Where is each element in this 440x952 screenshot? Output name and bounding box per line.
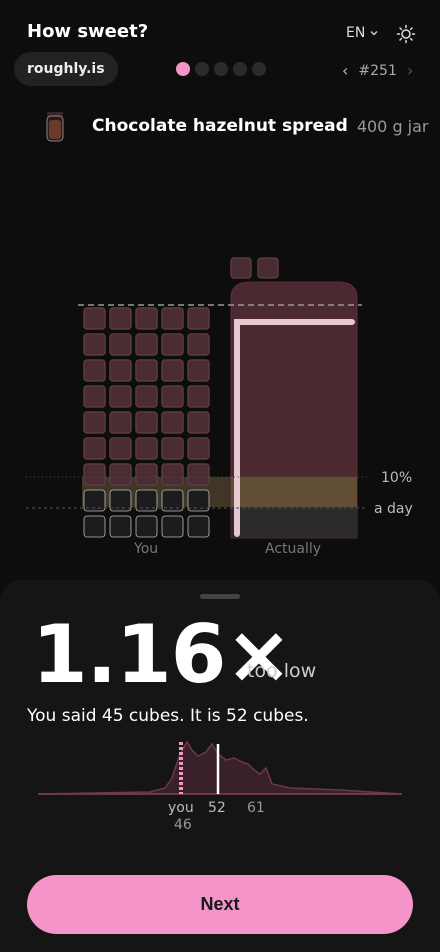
sugar-cube — [161, 411, 184, 434]
jar-bottom — [231, 507, 357, 538]
sugar-cube — [161, 307, 184, 330]
distribution-svg — [37, 740, 403, 795]
sugar-cube — [83, 359, 106, 382]
marker-label-percent: 10% — [381, 470, 413, 486]
sugar-cube — [135, 307, 158, 330]
sugar-cube — [109, 437, 132, 460]
sugar-cube — [83, 463, 106, 486]
sugar-cube — [161, 515, 184, 538]
sugar-cube — [135, 385, 158, 408]
sugar-cube — [109, 385, 132, 408]
comparison-chart: 10% a day You Actually — [0, 250, 440, 570]
sugar-cube — [135, 437, 158, 460]
sugar-cube — [83, 307, 106, 330]
next-button[interactable]: Next — [27, 875, 413, 934]
sugar-cube — [161, 463, 184, 486]
sugar-cube — [109, 307, 132, 330]
answer-distribution: you 46 52 61 — [0, 740, 440, 833]
sugar-cube — [135, 411, 158, 434]
sugar-cube — [187, 359, 210, 382]
brand-badge[interactable]: roughly.is — [14, 52, 118, 86]
sugar-cube — [109, 359, 132, 382]
sugar-cube — [83, 411, 106, 434]
puzzle-number: #251 — [358, 62, 397, 79]
product-name: Chocolate hazelnut spread — [92, 116, 348, 136]
sugar-cube — [83, 437, 106, 460]
sugar-cube — [161, 359, 184, 382]
marker-label-day: a day — [374, 501, 413, 517]
sugar-cube — [109, 515, 132, 538]
chevron-down-icon — [370, 30, 378, 36]
you-value: 46 — [174, 817, 192, 833]
sugar-cube — [135, 333, 158, 356]
sugar-cube — [187, 437, 210, 460]
header: How sweet? EN roughly.is ‹ #251 › — [0, 0, 440, 100]
sugar-cube — [161, 437, 184, 460]
sugar-cube — [187, 489, 210, 512]
chevron-left-icon[interactable]: ‹ — [342, 61, 348, 80]
sugar-cube — [161, 385, 184, 408]
column-label-you: You — [134, 541, 159, 557]
sugar-cube — [135, 359, 158, 382]
jar-limit-band — [231, 477, 357, 507]
step-dot — [233, 62, 247, 76]
sugar-cube — [109, 411, 132, 434]
puzzle-nav: ‹ #251 › — [342, 61, 413, 80]
comparison-chart-svg — [26, 257, 370, 539]
sugar-cube — [83, 385, 106, 408]
sugar-cube — [109, 333, 132, 356]
sugar-cube — [187, 307, 210, 330]
sugar-cube — [135, 515, 158, 538]
column-label-actual: Actually — [265, 541, 322, 557]
result-verdict: too low — [247, 660, 317, 682]
distribution-area — [37, 740, 403, 795]
step-dot — [214, 62, 228, 76]
chevron-right-icon[interactable]: › — [407, 61, 413, 80]
sugar-cube — [83, 333, 106, 356]
sugar-cube — [83, 515, 106, 538]
app-title: How sweet? — [27, 21, 149, 42]
product-quantity: 400 g jar — [356, 116, 429, 136]
sugar-cube — [109, 489, 132, 512]
language-selector[interactable]: EN — [346, 25, 379, 41]
sugar-cube — [187, 385, 210, 408]
step-dot — [252, 62, 266, 76]
jar-icon — [46, 112, 64, 142]
peak-value: 61 — [247, 800, 265, 816]
step-dot-active — [176, 62, 190, 76]
sugar-cube — [187, 411, 210, 434]
step-indicator — [176, 62, 266, 76]
sugar-cube — [187, 463, 210, 486]
sugar-cube — [187, 333, 210, 356]
sugar-cube — [187, 515, 210, 538]
sugar-cube — [109, 463, 132, 486]
language-label: EN — [346, 25, 366, 41]
sun-icon[interactable] — [396, 24, 416, 44]
actual-value: 52 — [208, 800, 226, 816]
overflow-cube — [257, 257, 279, 279]
result-panel: 1.16× too low You said 45 cubes. It is 5… — [0, 580, 440, 952]
drag-handle[interactable] — [200, 594, 240, 599]
you-label: you — [168, 800, 194, 816]
step-dot — [195, 62, 209, 76]
result-summary: You said 45 cubes. It is 52 cubes. — [27, 706, 309, 726]
sugar-cube — [135, 463, 158, 486]
overflow-cube — [230, 257, 252, 279]
sugar-cube — [161, 333, 184, 356]
result-ratio: 1.16× — [32, 608, 292, 701]
product-row: Chocolate hazelnut spread 400 g jar — [46, 110, 429, 142]
